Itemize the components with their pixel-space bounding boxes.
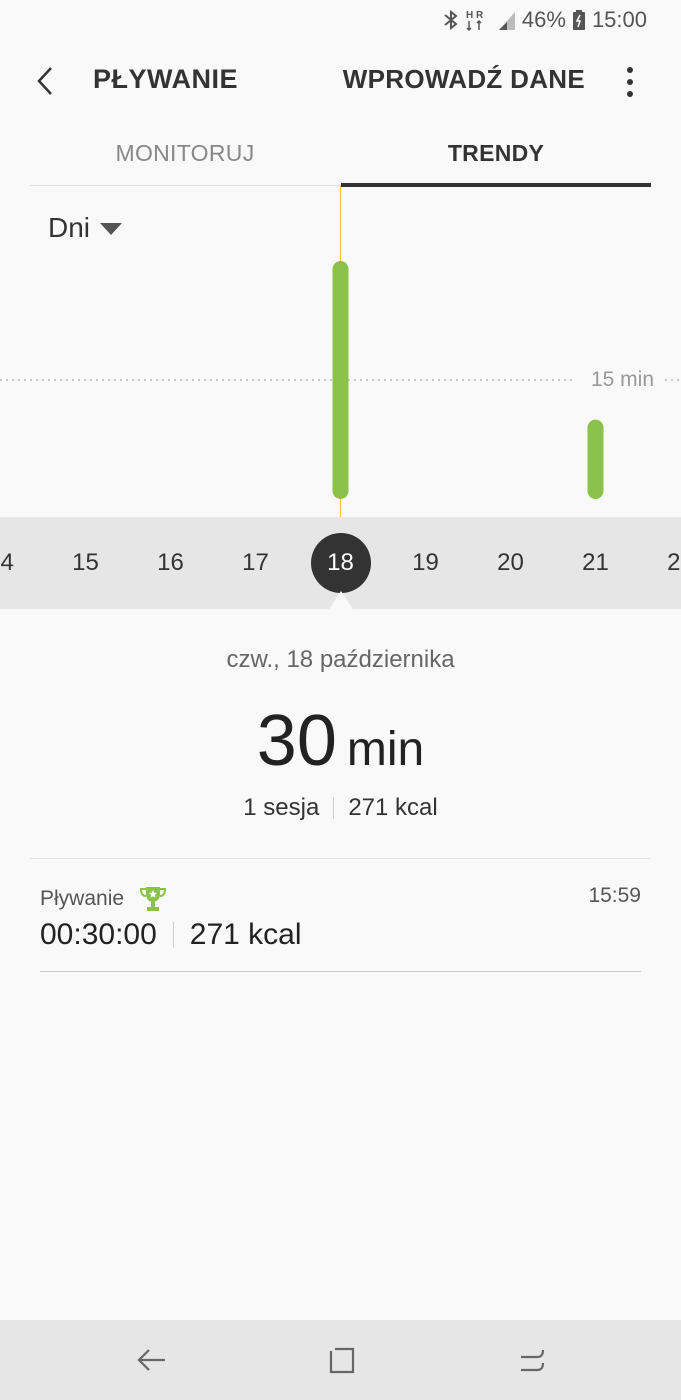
status-icons: HR 46% 15:00 [442, 6, 647, 34]
date-item-label: 18 [310, 533, 371, 593]
selected-day-pointer [329, 591, 353, 609]
battery-icon [572, 9, 586, 31]
more-dot-icon [627, 67, 633, 73]
signal-icon [498, 9, 516, 31]
date-item[interactable]: 14 [0, 517, 31, 609]
reference-label: 15 min [590, 368, 654, 391]
duration-value: 30 [256, 701, 337, 781]
chevron-left-icon [37, 67, 52, 95]
entry-duration: 00:30:00 [40, 918, 157, 951]
date-item[interactable]: 22 [651, 517, 681, 609]
nav-recents-button[interactable] [512, 1340, 552, 1380]
summary-calories: 271 kcal [348, 794, 438, 821]
trend-chart: Dni 15 min [0, 186, 681, 517]
svg-text:R: R [476, 10, 484, 21]
entry-time: 15:59 [588, 884, 641, 907]
app-bar: PŁYWANIE WPROWADŹ DANE [0, 40, 681, 120]
date-item[interactable]: 15 [56, 517, 116, 609]
date-item[interactable]: 19 [396, 517, 456, 609]
entry-values: 00:30:00 271 kcal [40, 918, 302, 952]
back-button[interactable] [22, 58, 68, 104]
screen: HR 46% 15:00 PŁYWANIE WPROWADŹ DANE MONI… [0, 0, 681, 1400]
nav-back-button[interactable] [132, 1340, 172, 1380]
back-arrow-icon [137, 1349, 165, 1371]
summary-date: czw., 18 października [226, 646, 455, 673]
data-icon: HR [466, 8, 492, 32]
session-entry[interactable]: Pływanie 15:59 00:30:00 271 kcal [40, 872, 641, 972]
tab-bar: MONITORUJ TRENDY [30, 120, 651, 187]
more-dot-icon [627, 91, 633, 97]
session-count: 1 sesja [243, 794, 320, 821]
summary-stats: 1 sesja 271 kcal [0, 794, 681, 822]
divider [30, 858, 651, 859]
home-square-icon [329, 1347, 355, 1374]
battery-percent: 46% [521, 7, 566, 32]
entry-name-row: Pływanie [40, 884, 168, 914]
nav-home-button[interactable] [322, 1340, 362, 1380]
clock: 15:00 [591, 7, 647, 32]
date-item[interactable]: 20 [481, 517, 541, 609]
duration-unit: min [346, 723, 425, 776]
date-item[interactable]: 17 [226, 517, 286, 609]
caret-down-icon [100, 223, 123, 235]
separator [172, 922, 174, 948]
tab-monitor[interactable]: MONITORUJ [30, 120, 340, 186]
more-dot-icon [627, 79, 633, 85]
period-dropdown[interactable]: Dni [48, 212, 123, 244]
bluetooth-icon [442, 9, 460, 31]
status-bar: HR 46% 15:00 [0, 0, 681, 40]
entry-name: Pływanie [40, 887, 125, 910]
trophy-icon [140, 887, 167, 911]
system-nav-bar [0, 1320, 681, 1400]
recents-icon [521, 1349, 545, 1372]
separator [333, 797, 335, 819]
chart-bar-18[interactable] [332, 261, 349, 499]
period-label: Dni [48, 212, 91, 243]
date-item[interactable]: 21 [566, 517, 626, 609]
date-item[interactable]: 16 [141, 517, 201, 609]
more-options-button[interactable] [615, 62, 645, 102]
chart-bar-21[interactable] [587, 419, 604, 499]
tab-trends[interactable]: TRENDY [341, 120, 651, 186]
enter-data-button[interactable]: WPROWADŹ DANE [343, 64, 585, 95]
entry-calories: 271 kcal [189, 918, 302, 951]
summary-total: 30 min [0, 700, 681, 782]
svg-text:H: H [466, 10, 473, 21]
page-title: PŁYWANIE [93, 64, 239, 94]
